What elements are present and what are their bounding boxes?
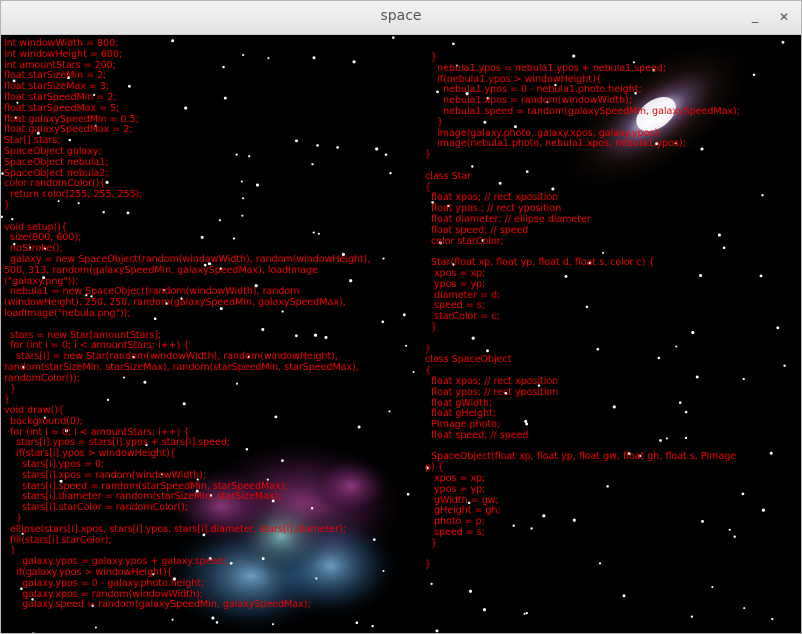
star <box>271 623 275 626</box>
star <box>430 582 433 586</box>
close-button[interactable]: ✕ <box>774 7 794 27</box>
code-line: randomColor()); <box>4 372 80 384</box>
minimize-button[interactable]: _ <box>745 7 765 27</box>
star <box>372 538 376 541</box>
code-line: float speed; // speed <box>425 429 529 441</box>
window-title: space <box>380 8 422 24</box>
code-line: fill(stars[i].starColor); <box>4 534 112 546</box>
title-bar[interactable]: space _ ✕ <box>1 1 801 35</box>
star <box>690 615 694 618</box>
star <box>375 147 379 151</box>
star <box>743 607 746 610</box>
code-line: float starSpeedMax = 5; <box>4 102 120 114</box>
code-line: class Star <box>425 170 472 182</box>
code-line: } <box>425 116 444 128</box>
star <box>1 215 3 218</box>
star <box>355 621 359 625</box>
code-line: galaxy.speed = random(galaxySpeedMin, ga… <box>4 599 311 611</box>
code-line: ypos = yp; <box>425 278 486 290</box>
app-window: space _ ✕ int windowWidth = 800; int win… <box>0 0 802 634</box>
star <box>781 40 785 44</box>
code-line: stars[i].starColor = randomColor(); <box>4 502 189 514</box>
star <box>435 629 439 633</box>
star <box>406 492 410 496</box>
code-line: float ypos; // rect yposition <box>425 386 559 398</box>
star <box>752 73 756 76</box>
code-line: } <box>425 537 438 549</box>
code-line: float speed; // speed <box>425 224 529 236</box>
sketch-canvas: int windowWidth = 800; int windowHeight =… <box>1 36 801 633</box>
star <box>382 257 385 260</box>
code-line: int windowHeight = 600; <box>4 48 123 60</box>
code-line: } <box>425 559 432 571</box>
star <box>741 492 745 496</box>
code-line: } <box>425 149 432 161</box>
code-line: loadImage("nebula.png")); <box>4 307 131 319</box>
star <box>525 611 528 615</box>
code-line: SpaceObject nebula1; <box>4 156 109 168</box>
code-line: SpaceObject(float xp, float yp, float gw… <box>425 451 737 463</box>
code-line: return color(255, 255, 255); <box>4 189 143 201</box>
star <box>392 36 395 39</box>
star <box>381 320 385 324</box>
code-overlay-right: } nebula1.ypos = nebula1.ypos + nebula1.… <box>425 52 740 571</box>
star <box>742 377 745 381</box>
code-line: class SpaceObject <box>425 354 512 366</box>
star <box>384 153 388 156</box>
star <box>759 274 763 278</box>
code-line: starColor = c; <box>425 311 500 323</box>
star <box>783 364 786 367</box>
star <box>371 624 374 628</box>
star <box>452 42 455 46</box>
star <box>171 618 174 621</box>
star <box>482 608 487 612</box>
star <box>622 594 626 598</box>
code-line: } <box>425 321 438 333</box>
code-line: image(nebula1.photo, nebula1.xpos, nebul… <box>425 138 686 150</box>
star <box>761 508 765 512</box>
star <box>776 326 780 330</box>
code-line: } <box>4 199 11 211</box>
star <box>468 589 473 593</box>
star <box>761 194 764 197</box>
star <box>405 344 408 347</box>
star <box>211 616 215 620</box>
star <box>215 621 219 624</box>
star <box>388 410 391 413</box>
star <box>389 172 392 175</box>
star <box>711 585 714 589</box>
star <box>523 612 526 615</box>
code-line: } <box>4 383 17 395</box>
code-line: 500, 313, random(galaxySpeedMin, galaxyS… <box>4 264 318 276</box>
star <box>771 617 774 621</box>
star <box>382 569 385 573</box>
star <box>769 451 773 455</box>
star <box>412 370 415 374</box>
code-line: nebula1.ypos = nebula1.ypos + nebula1.sp… <box>425 62 667 74</box>
star <box>94 626 97 629</box>
code-line: speed = s; <box>425 527 485 539</box>
code-overlay-left: int windowWidth = 800; int windowHeight =… <box>4 38 371 611</box>
code-line: color starColor; <box>425 235 504 247</box>
star <box>402 313 406 317</box>
code-line: nebula1.speed = random(galaxySpeedMin, g… <box>425 105 740 117</box>
